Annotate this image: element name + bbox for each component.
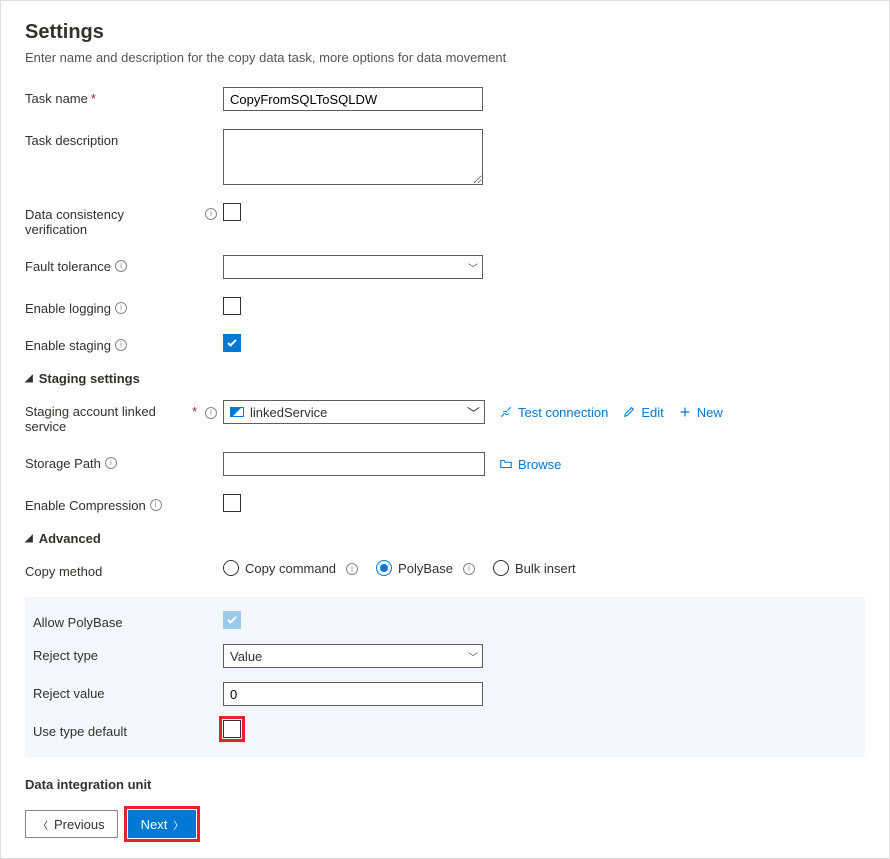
data-consistency-checkbox[interactable] [223, 203, 241, 221]
task-description-input[interactable] [223, 129, 483, 185]
page-title: Settings [25, 21, 865, 44]
info-icon[interactable]: i [205, 208, 217, 220]
info-icon[interactable]: i [115, 302, 127, 314]
label-allow-polybase: Allow PolyBase [33, 611, 223, 630]
label-task-name: Task name* [25, 87, 223, 106]
settings-panel: Settings Enter name and description for … [0, 0, 890, 859]
reject-value-input[interactable] [223, 682, 483, 706]
collapse-icon: ◢ [25, 533, 33, 544]
use-type-default-checkbox[interactable] [223, 720, 241, 738]
label-staging-linked-service: Staging account linked service * i [25, 400, 223, 434]
label-reject-value: Reject value [33, 682, 223, 701]
polybase-settings-block: Allow PolyBase Reject type Value ﹀ Rejec… [25, 597, 865, 757]
label-task-description: Task description [25, 129, 223, 148]
info-icon[interactable]: i [150, 499, 162, 511]
info-icon[interactable]: i [115, 260, 127, 272]
info-icon[interactable]: i [463, 563, 475, 575]
info-icon[interactable]: i [346, 563, 358, 575]
label-use-type-default: Use type default [33, 720, 223, 739]
wizard-footer: 〈 Previous Next 〉 [25, 810, 865, 838]
chevron-down-icon: ﹀ [468, 649, 478, 664]
radio-copy-command[interactable]: Copy command i [223, 560, 358, 576]
storage-path-input[interactable] [223, 452, 485, 476]
label-enable-logging: Enable logging i [25, 297, 223, 316]
folder-icon [499, 457, 513, 471]
label-enable-staging: Enable staging i [25, 334, 223, 353]
chevron-down-icon: ﹀ [468, 260, 478, 275]
chevron-right-icon: 〉 [173, 817, 183, 832]
edit-button[interactable]: Edit [622, 405, 663, 420]
label-copy-method: Copy method [25, 560, 223, 579]
enable-compression-checkbox[interactable] [223, 494, 241, 512]
test-connection-button[interactable]: Test connection [499, 405, 608, 420]
staging-linked-service-select[interactable]: linkedService ﹀ [223, 400, 485, 424]
label-fault-tolerance: Fault tolerance i [25, 255, 223, 274]
previous-button[interactable]: 〈 Previous [25, 810, 118, 838]
radio-bulk-insert[interactable]: Bulk insert [493, 560, 576, 576]
chevron-down-icon: ﹀ [467, 403, 480, 422]
label-data-integration-unit: Data integration unit [25, 773, 223, 792]
radio-polybase[interactable]: PolyBase i [376, 560, 475, 576]
info-icon[interactable]: i [105, 457, 117, 469]
task-name-input[interactable] [223, 87, 483, 111]
linked-service-icon [230, 407, 244, 417]
browse-button[interactable]: Browse [499, 457, 561, 472]
info-icon[interactable]: i [115, 339, 127, 351]
pencil-icon [622, 405, 636, 419]
label-reject-type: Reject type [33, 644, 223, 663]
reject-type-select[interactable]: Value ﹀ [223, 644, 483, 668]
enable-staging-checkbox[interactable] [223, 334, 241, 352]
label-enable-compression: Enable Compression i [25, 494, 223, 513]
label-data-consistency: Data consistency verification i [25, 203, 223, 237]
enable-logging-checkbox[interactable] [223, 297, 241, 315]
staging-settings-toggle[interactable]: ◢ Staging settings [25, 371, 865, 386]
collapse-icon: ◢ [25, 373, 33, 384]
info-icon[interactable]: i [205, 407, 217, 419]
label-storage-path: Storage Path i [25, 452, 223, 471]
next-button[interactable]: Next 〉 [128, 810, 197, 838]
chevron-left-icon: 〈 [38, 817, 48, 832]
fault-tolerance-select[interactable]: ﹀ [223, 255, 483, 279]
test-connection-icon [499, 405, 513, 419]
allow-polybase-checkbox [223, 611, 241, 629]
page-subtitle: Enter name and description for the copy … [25, 50, 865, 65]
plus-icon [678, 405, 692, 419]
advanced-toggle[interactable]: ◢ Advanced [25, 531, 865, 546]
new-button[interactable]: New [678, 405, 723, 420]
